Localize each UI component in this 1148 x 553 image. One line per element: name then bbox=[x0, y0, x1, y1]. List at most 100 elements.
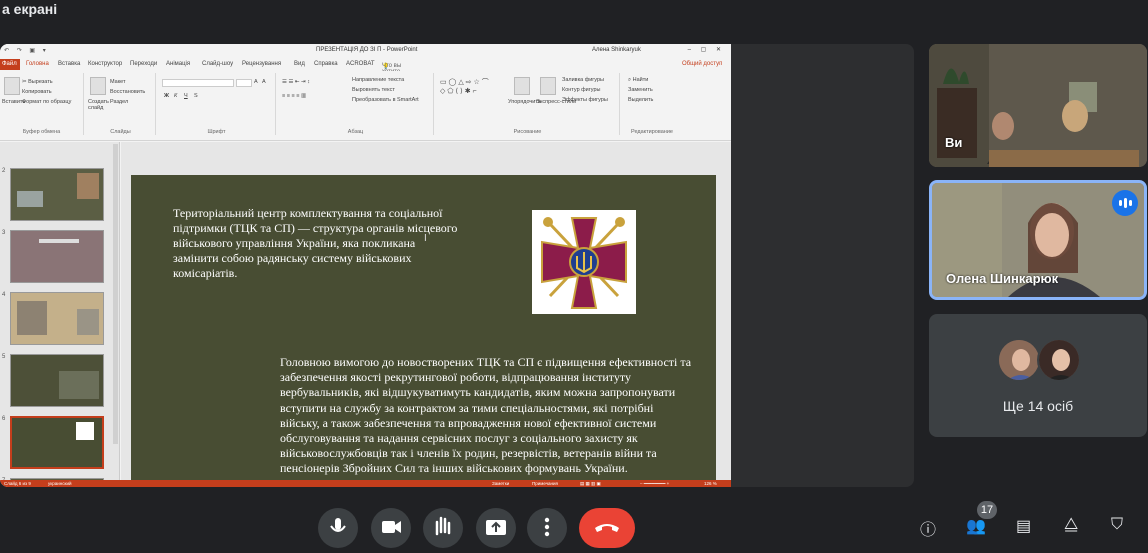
thumb-image bbox=[17, 301, 47, 335]
underline-button[interactable]: Ч bbox=[184, 93, 188, 99]
new-slide-icon[interactable] bbox=[90, 77, 106, 95]
group-font: A A Ж К Ч S Шрифт bbox=[158, 73, 276, 135]
zoom-level: 126 % bbox=[704, 481, 717, 486]
tab-review[interactable]: Рецензування bbox=[242, 61, 281, 67]
more-participants-tile[interactable]: Ще 14 осіб bbox=[929, 314, 1147, 437]
powerpoint-window: ↶ ↷ ▣ ▾ ПРЕЗЕНТАЦІЯ ДО ЗІ П - PowerPoint… bbox=[0, 44, 731, 487]
current-slide[interactable]: Територіальний центр комплектування та с… bbox=[131, 175, 716, 487]
tab-acrobat[interactable]: ACROBAT bbox=[346, 61, 375, 67]
slide-thumbnail-selected[interactable] bbox=[10, 416, 104, 469]
tab-slideshow[interactable]: Слайд-шоу bbox=[202, 61, 233, 67]
notes-button[interactable]: Заметки bbox=[492, 481, 509, 486]
align-icons[interactable]: ≡ ≡ ≡ ≡ ▥ bbox=[282, 93, 306, 99]
more-options-button[interactable] bbox=[527, 508, 567, 548]
status-language: украинский bbox=[48, 481, 72, 486]
thumb-number: 3 bbox=[2, 230, 6, 236]
slide-thumbnail[interactable] bbox=[10, 354, 104, 407]
present-icon bbox=[486, 520, 506, 535]
group-paragraph: ☰ ☰ ⇤ ⇥ ↕ ≡ ≡ ≡ ≡ ▥ Направление текста В… bbox=[278, 73, 434, 135]
people-icon[interactable]: 👥 bbox=[966, 516, 986, 536]
participant-tile-active-speaker[interactable]: Олена Шинкарюк bbox=[929, 180, 1147, 300]
replace-button[interactable]: Заменить bbox=[628, 87, 653, 93]
quick-access-toolbar[interactable]: ↶ ↷ ▣ ▾ bbox=[4, 47, 49, 54]
font-size-select[interactable] bbox=[236, 79, 252, 87]
slide-thumbnail[interactable] bbox=[10, 168, 104, 221]
tab-design[interactable]: Конструктор bbox=[88, 61, 122, 67]
font-family-select[interactable] bbox=[162, 79, 234, 87]
end-call-button[interactable] bbox=[579, 508, 635, 548]
view-buttons[interactable]: ▤ ▦ ▥ ▣ bbox=[580, 481, 601, 487]
tab-insert[interactable]: Вставка bbox=[58, 61, 80, 67]
zoom-slider[interactable]: – ━━━━━━━━ + bbox=[640, 481, 669, 487]
section-button[interactable]: Раздел bbox=[110, 99, 128, 105]
window-controls[interactable]: – ▢ ✕ bbox=[688, 46, 725, 53]
font-shrink-button[interactable]: A bbox=[262, 79, 266, 85]
quick-styles-icon[interactable] bbox=[540, 77, 556, 95]
slide-editor: Територіальний центр комплектування та с… bbox=[121, 142, 731, 487]
speaking-indicator-icon bbox=[1112, 190, 1138, 216]
people-count-badge: 17 bbox=[977, 501, 997, 519]
more-options-icon bbox=[544, 517, 550, 537]
chat-icon[interactable]: ▤ bbox=[1016, 516, 1031, 536]
strike-button[interactable]: S bbox=[194, 93, 198, 99]
thumbnail-scrollbar[interactable] bbox=[113, 144, 118, 444]
camera-icon bbox=[382, 521, 401, 533]
bullets-icon[interactable]: ☰ ☰ ⇤ ⇥ ↕ bbox=[282, 79, 310, 85]
top-bar: а екрані bbox=[0, 0, 1148, 28]
shape-effects-button[interactable]: Эффекты фигуры bbox=[562, 97, 608, 103]
slide-text-bottom[interactable]: Головною вимогою до новостворених ТЦК та… bbox=[280, 355, 695, 477]
more-participants-label: Ще 14 осіб bbox=[1002, 398, 1074, 414]
group-label-editing: Редактирование bbox=[631, 129, 673, 135]
thumb-number: 2 bbox=[2, 168, 6, 174]
presenting-label: а екрані bbox=[2, 1, 58, 17]
bold-button[interactable]: Ж bbox=[164, 93, 169, 99]
comments-button[interactable]: Примечания bbox=[532, 481, 558, 486]
slide-text-top[interactable]: Територіальний центр комплектування та с… bbox=[173, 206, 463, 281]
tab-transitions[interactable]: Переходи bbox=[130, 61, 157, 67]
font-grow-button[interactable]: A bbox=[254, 79, 258, 85]
align-text-button[interactable]: Выровнять текст bbox=[352, 87, 395, 93]
new-slide-button[interactable]: Создать слайд bbox=[88, 99, 110, 111]
text-direction-button[interactable]: Направление текста bbox=[352, 77, 404, 83]
group-label-font: Шрифт bbox=[207, 129, 226, 135]
shape-outline-button[interactable]: Контур фигуры bbox=[562, 87, 600, 93]
select-button[interactable]: Выделить bbox=[628, 97, 653, 103]
italic-button[interactable]: К bbox=[174, 93, 177, 99]
find-button[interactable]: ⌕ Найти bbox=[628, 77, 648, 84]
reset-button[interactable]: Восстановить bbox=[110, 89, 145, 95]
copy-button[interactable]: Копировать bbox=[22, 89, 52, 95]
tab-animations[interactable]: Анімація bbox=[166, 61, 190, 67]
smartart-button[interactable]: Преобразовать в SmartArt bbox=[352, 97, 419, 103]
ppt-ribbon: Вставить ✂ Вырезать Копировать Формат по… bbox=[0, 71, 731, 141]
arrange-icon[interactable] bbox=[514, 77, 530, 95]
mic-button[interactable] bbox=[318, 508, 358, 548]
format-painter-button[interactable]: Формат по образцу bbox=[22, 99, 71, 105]
tab-view[interactable]: Вид bbox=[294, 61, 305, 67]
slide-thumbnail[interactable] bbox=[10, 292, 104, 345]
participant-avatar bbox=[997, 338, 1041, 382]
end-call-icon bbox=[595, 524, 619, 532]
thumb-number: 5 bbox=[2, 354, 6, 360]
thumb-emblem bbox=[76, 422, 94, 440]
tab-help[interactable]: Справка bbox=[314, 61, 338, 67]
meeting-details-icon[interactable]: ⓘ bbox=[920, 516, 936, 540]
participant-avatar bbox=[1037, 338, 1081, 382]
shapes-gallery[interactable]: ▭ ◯ △ ⇨ ☆ ⌒ bbox=[440, 77, 489, 87]
share-button[interactable]: Общий доступ bbox=[682, 61, 722, 67]
cut-button[interactable]: ✂ Вырезать bbox=[22, 79, 53, 85]
text-cursor: I bbox=[424, 233, 427, 244]
host-controls-icon[interactable]: ⛉ bbox=[1111, 516, 1123, 534]
layout-button[interactable]: Макет bbox=[110, 79, 126, 85]
present-button[interactable] bbox=[476, 508, 516, 548]
paste-icon[interactable] bbox=[4, 77, 20, 95]
shape-fill-button[interactable]: Заливка фигуры bbox=[562, 77, 604, 83]
activities-icon[interactable]: ⧋ bbox=[1064, 516, 1078, 534]
shapes-gallery-row2[interactable]: ◇ ⬠ ⟨ ⟩ ✱ ⌐ bbox=[440, 87, 477, 95]
group-label-drawing: Рисование bbox=[513, 129, 542, 135]
tab-file[interactable]: Файл bbox=[0, 59, 20, 70]
raise-hand-button[interactable] bbox=[423, 508, 463, 548]
slide-thumbnail[interactable] bbox=[10, 230, 104, 283]
tab-home[interactable]: Головна bbox=[26, 61, 49, 67]
participant-tile-self[interactable]: Ви bbox=[929, 44, 1147, 167]
camera-button[interactable] bbox=[371, 508, 411, 548]
